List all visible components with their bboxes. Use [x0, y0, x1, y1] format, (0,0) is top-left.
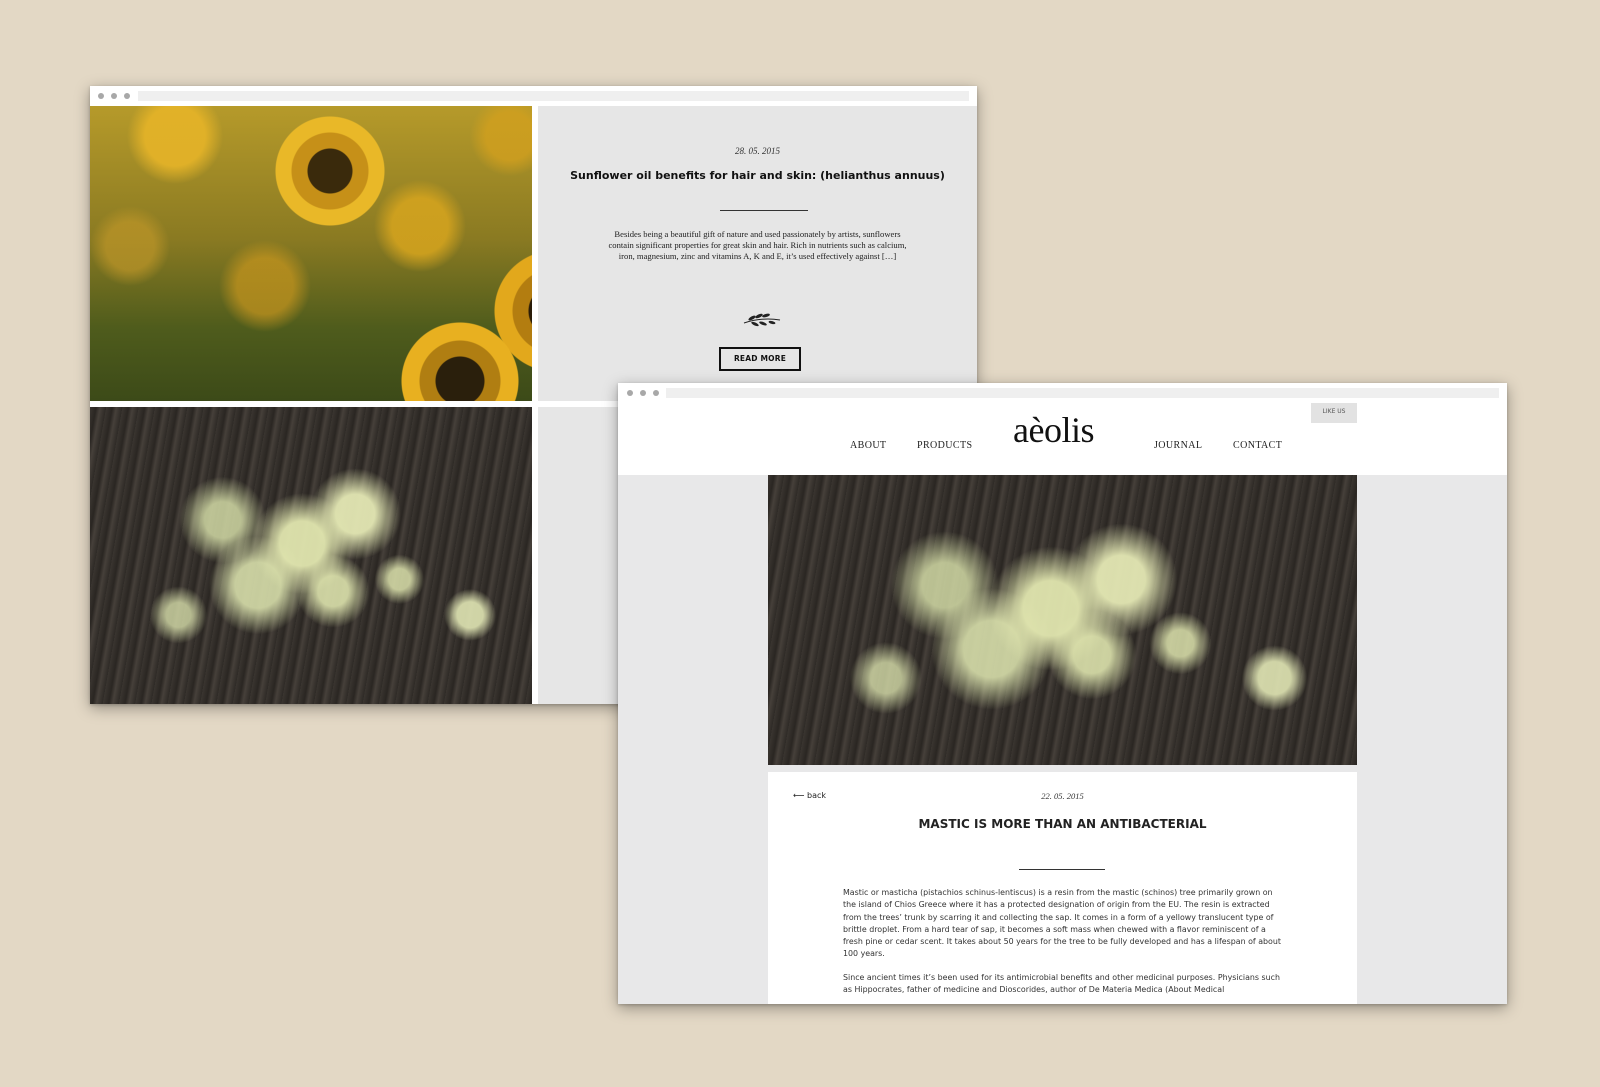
post-card: 28. 05. 2015 Sunflower oil benefits for … [538, 106, 977, 401]
article-title: MASTIC IS MORE THAN AN ANTIBACTERIAL [918, 817, 1207, 831]
article-paragraph: Since ancient times it’s been used for i… [843, 972, 1280, 995]
olive-branch-icon [743, 313, 781, 327]
post-date: 28. 05. 2015 [735, 146, 780, 156]
window-dot [640, 390, 646, 396]
article-page: ABOUT PRODUCTS aèolis JOURNAL CONTACT LI… [618, 403, 1507, 1004]
post-title[interactable]: Sunflower oil benefits for hair and skin… [558, 169, 957, 182]
article-card: ⟵ back 22. 05. 2015 MASTIC IS MORE THAN … [768, 772, 1357, 1004]
article-window: ABOUT PRODUCTS aèolis JOURNAL CONTACT LI… [618, 383, 1507, 1004]
post-excerpt: Besides being a beautiful gift of nature… [608, 229, 907, 261]
mastic-resin-photo[interactable] [90, 407, 532, 704]
nav-contact[interactable]: CONTACT [1233, 440, 1282, 451]
site-header: ABOUT PRODUCTS aèolis JOURNAL CONTACT LI… [618, 403, 1507, 475]
article-date: 22. 05. 2015 [1041, 791, 1084, 801]
window-dot [111, 93, 117, 99]
window-dot [627, 390, 633, 396]
browser-chrome [90, 86, 977, 107]
window-dot [124, 93, 130, 99]
window-dot [653, 390, 659, 396]
title-divider [720, 210, 808, 211]
window-dot [98, 93, 104, 99]
read-more-button[interactable]: READ MORE [719, 347, 801, 371]
sunflower-photo[interactable] [90, 106, 532, 401]
article-body: Mastic or masticha (pistachios schinus-l… [843, 887, 1287, 1004]
nav-products[interactable]: PRODUCTS [917, 440, 972, 451]
address-bar[interactable] [666, 388, 1499, 398]
nav-about[interactable]: ABOUT [850, 440, 886, 451]
like-us-button[interactable]: LIKE US [1311, 403, 1357, 423]
article-hero-photo [768, 475, 1357, 765]
browser-chrome [618, 383, 1507, 404]
article-paragraph: Mastic or masticha (pistachios schinus-l… [843, 888, 1281, 959]
address-bar[interactable] [138, 91, 969, 101]
title-divider [1019, 869, 1105, 870]
nav-journal[interactable]: JOURNAL [1154, 440, 1202, 451]
site-logo[interactable]: aèolis [1013, 409, 1094, 451]
